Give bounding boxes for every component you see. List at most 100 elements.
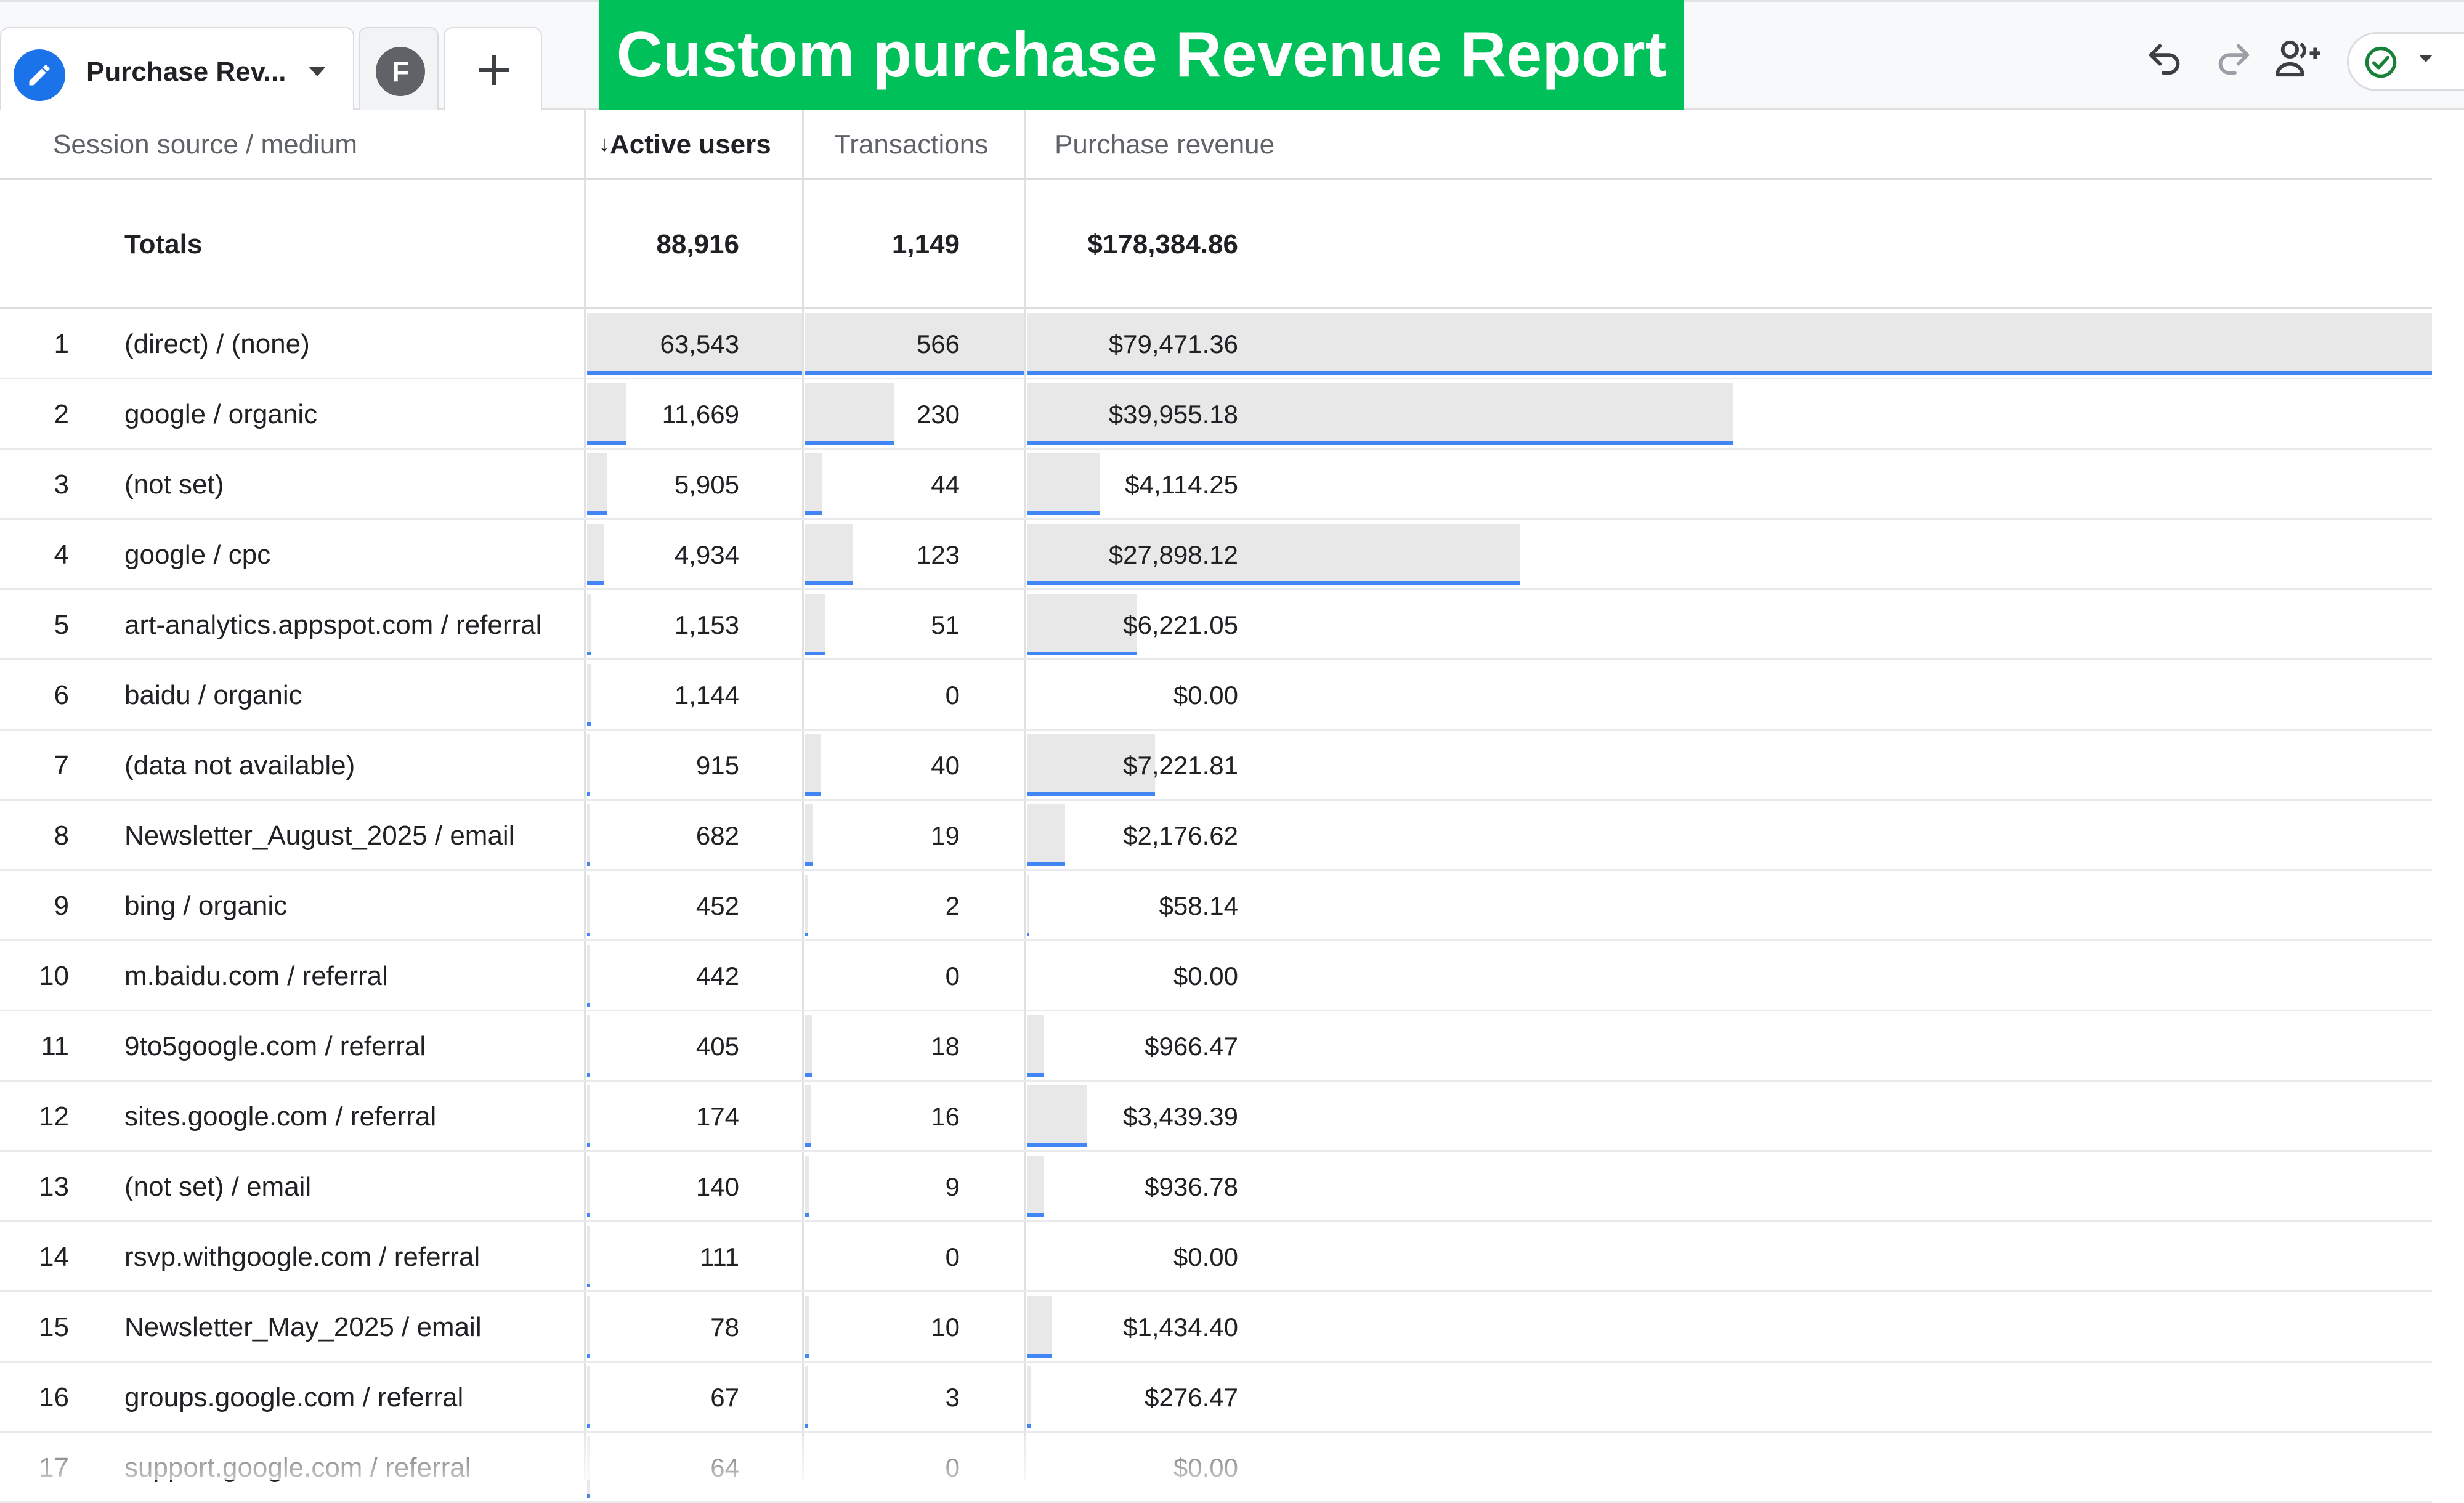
revenue-bar [1027,453,1100,515]
table-row[interactable]: 4 google / cpc 4,934 123 $27,898.12 [0,520,2432,590]
row-transactions: 0 [945,681,960,710]
transactions-bar [805,1366,808,1428]
active-users-bar [587,453,607,515]
revenue-bar [1027,804,1065,866]
row-active-users: 915 [695,751,739,780]
active-users-bar [587,664,591,726]
row-index: 5 [54,610,69,640]
row-transactions: 40 [931,751,960,780]
table-row[interactable]: 7 (data not available) 915 40 $7,221.81 [0,731,2432,801]
row-active-users: 64 [710,1453,739,1482]
active-users-bar-underline [587,652,591,655]
row-active-users: 111 [700,1242,739,1271]
row-index: 14 [39,1242,69,1272]
active-users-bar-underline [587,1143,590,1147]
tab-f[interactable]: F [359,27,439,110]
row-transactions: 44 [931,470,960,499]
table-row[interactable]: 9 bing / organic 452 2 $58.14 [0,871,2432,941]
table-row[interactable]: 14 rsvp.withgoogle.com / referral 111 0 $0.0… [0,1222,2432,1292]
caret-down-icon[interactable] [306,64,328,79]
active-users-bar [587,1296,590,1358]
table-row[interactable]: 3 (not set) 5,905 44 $4,114.25 [0,450,2432,520]
transactions-bar-underline [805,1073,812,1077]
active-users-bar-underline [587,1003,590,1007]
report-banner: Custom purchase Revenue Report [599,0,1684,110]
row-source: google / cpc [124,540,271,570]
sort-arrow-down-icon: ↓ [599,131,610,156]
revenue-bar [1027,1085,1087,1147]
status-toggle[interactable] [2347,32,2464,91]
row-transactions: 9 [945,1172,960,1201]
table-row[interactable]: 10 m.baidu.com / referral 442 0 $0.00 [0,941,2432,1011]
revenue-bar-underline [1027,1073,1044,1077]
active-users-bar [587,875,590,936]
row-transactions: 0 [945,1453,960,1482]
row-index: 7 [54,750,69,780]
column-header-active-users[interactable]: ↓Active users [599,110,771,180]
active-users-bar-underline [587,1494,590,1498]
transactions-bar [805,1296,809,1358]
transactions-bar-underline [805,1424,808,1428]
transactions-bar-underline [805,581,853,585]
revenue-bar-underline [1027,581,1520,585]
row-revenue: $966.47 [1145,1032,1238,1061]
row-source: google / organic [124,399,318,429]
row-revenue: $936.78 [1145,1172,1238,1201]
revenue-bar-underline [1027,1354,1052,1358]
row-transactions: 18 [931,1032,960,1061]
active-users-bar-underline [587,1424,590,1428]
row-active-users: 682 [695,821,739,850]
row-revenue: $7,221.81 [1123,751,1238,780]
table-row[interactable]: 11 9to5google.com / referral 405 18 $966.47 [0,1011,2432,1082]
table-header: Session source / medium ↓Active users Tr… [0,110,2432,180]
redo-icon[interactable] [2211,37,2255,80]
row-transactions: 0 [945,1242,960,1271]
share-users-icon[interactable] [2273,37,2325,80]
row-source: rsvp.withgoogle.com / referral [124,1242,480,1272]
table-row[interactable]: 15 Newsletter_May_2025 / email 78 10 $1,434.… [0,1292,2432,1363]
table-row[interactable]: 8 Newsletter_August_2025 / email 682 19 $2,1… [0,801,2432,871]
active-users-bar [587,804,590,866]
active-users-bar [587,1366,590,1428]
row-active-users: 67 [710,1383,739,1412]
table-row[interactable]: 2 google / organic 11,669 230 $39,955.18 [0,379,2432,450]
row-active-users: 1,153 [674,610,739,639]
column-header-revenue[interactable]: Purchase revenue [1055,110,1275,180]
row-transactions: 3 [945,1383,960,1412]
table-row[interactable]: 5 art-analytics.appspot.com / referral 1,1… [0,590,2432,660]
row-revenue: $3,439.39 [1123,1102,1238,1131]
revenue-bar-underline [1027,1143,1087,1147]
table-row[interactable]: 16 groups.google.com / referral 67 3 $276.47 [0,1363,2432,1433]
row-active-users: 63,543 [660,330,739,359]
transactions-bar-underline [805,792,821,796]
column-header-transactions[interactable]: Transactions [834,110,988,180]
transactions-bar-underline [805,371,1024,375]
table-row[interactable]: 17 support.google.com / referral 64 0 $0.00 [0,1433,2432,1503]
transactions-bar [805,875,808,936]
row-revenue: $1,434.40 [1123,1313,1238,1342]
active-users-bar [587,524,604,585]
row-index: 9 [54,891,69,921]
table-row[interactable]: 13 (not set) / email 140 9 $936.78 [0,1152,2432,1222]
row-source: Newsletter_May_2025 / email [124,1312,482,1342]
undo-icon[interactable] [2144,37,2187,80]
avatar: F [376,47,425,96]
add-tab-button[interactable] [444,27,542,110]
table-row[interactable]: 1 (direct) / (none) 63,543 566 $79,471.36 [0,309,2432,379]
totals-label: Totals [124,229,203,259]
tab-report[interactable]: Purchase Rev... [0,27,354,110]
pencil-icon[interactable] [14,49,65,101]
row-index: 8 [54,820,69,851]
row-revenue: $2,176.62 [1123,821,1238,850]
row-active-users: 5,905 [674,470,739,499]
active-users-bar-underline [587,1073,590,1077]
transactions-bar-underline [805,1354,809,1358]
totals-revenue: $178,384.86 [1087,229,1238,259]
row-revenue: $6,221.05 [1123,610,1238,639]
table-row[interactable]: 12 sites.google.com / referral 174 16 $3,439… [0,1082,2432,1152]
transactions-bar [805,453,822,515]
column-header-source[interactable]: Session source / medium [53,110,357,180]
row-source: 9to5google.com / referral [124,1031,426,1061]
row-revenue: $0.00 [1173,1242,1238,1271]
table-row[interactable]: 6 baidu / organic 1,144 0 $0.00 [0,660,2432,731]
